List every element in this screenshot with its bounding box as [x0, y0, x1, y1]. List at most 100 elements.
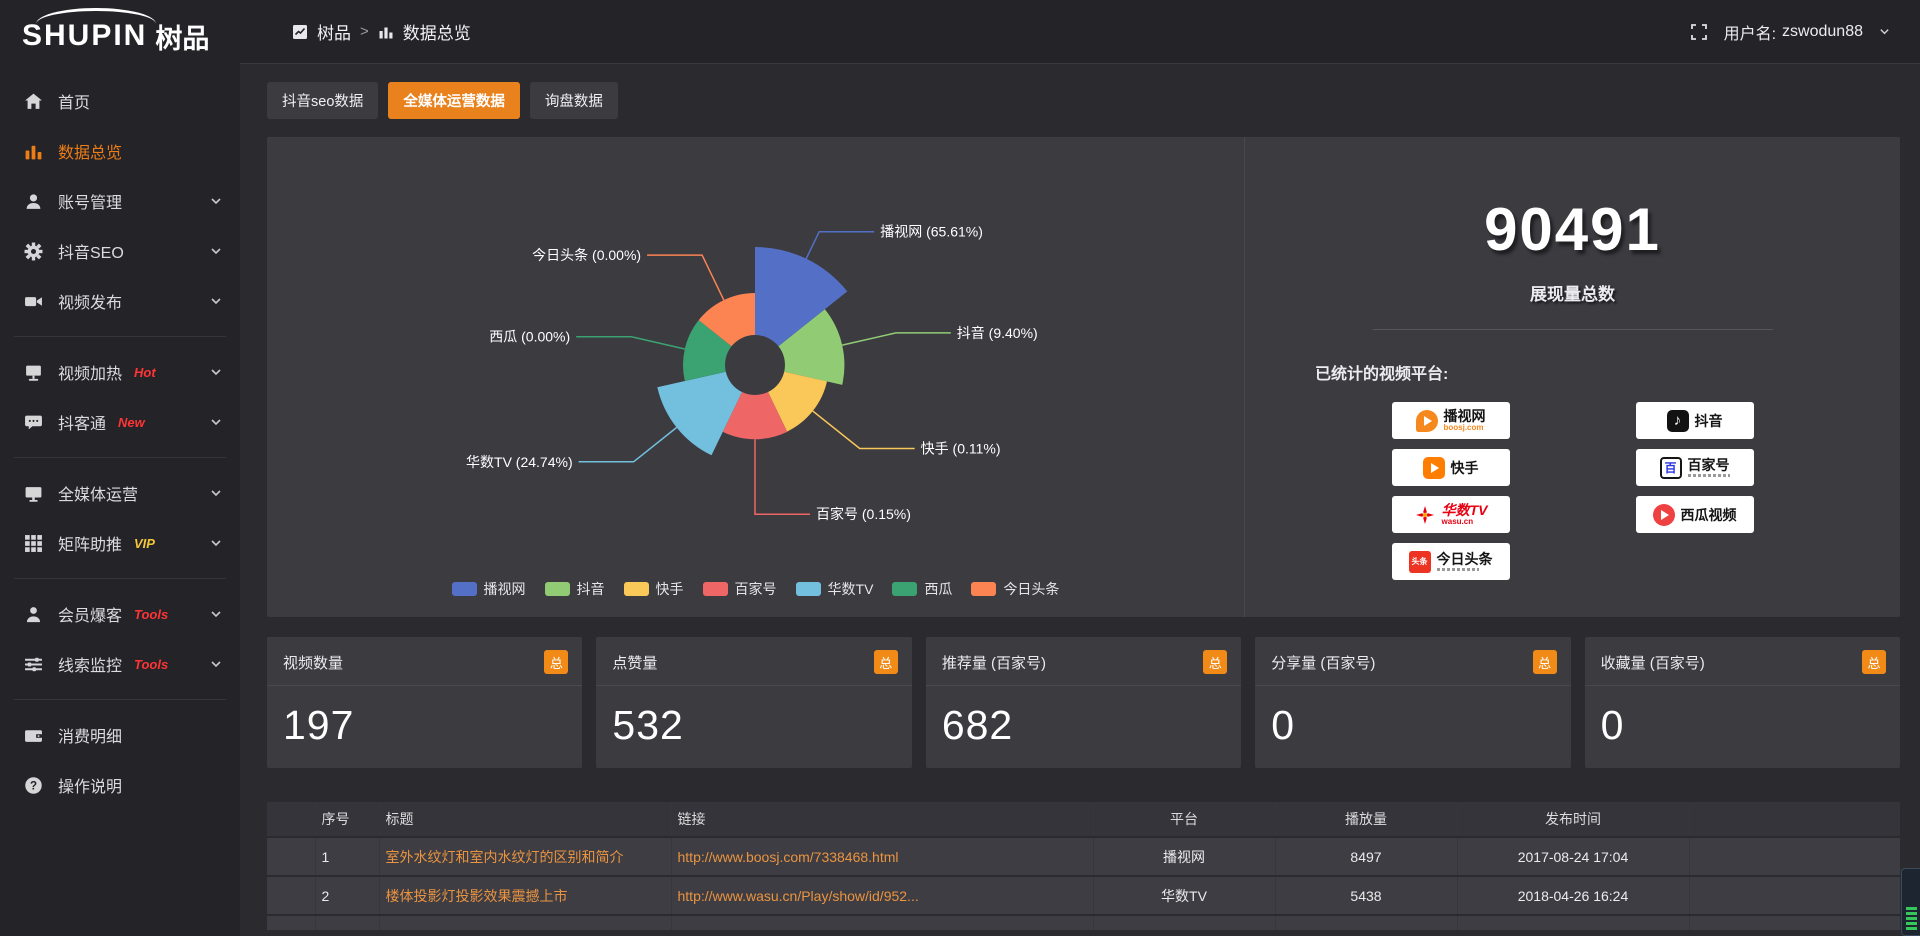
douyin-logo-icon: ♪: [1667, 410, 1689, 432]
tab-bar: 抖音seo数据 全媒体运营数据 询盘数据: [267, 82, 1900, 119]
username-value[interactable]: zswodun88: [1782, 23, 1863, 41]
platform-name: 华数TV: [1442, 503, 1488, 518]
baijiahao-logo-icon: 百: [1660, 457, 1682, 479]
legend-label: 抖音: [577, 579, 605, 599]
platform-name: 西瓜视频: [1681, 505, 1737, 525]
vip-tag: VIP: [134, 536, 155, 551]
xigua-logo-icon: [1653, 504, 1675, 526]
cell-title-link[interactable]: 室外水纹灯和室内水纹灯的区别和简介: [386, 847, 665, 867]
pie-label-line: [806, 232, 874, 259]
cell-plays: 8497: [1275, 837, 1457, 876]
sliders-icon: [24, 655, 43, 674]
sidebar-item-member-burst[interactable]: 会员爆客 Tools: [0, 589, 240, 639]
tab-douyin-seo-data[interactable]: 抖音seo数据: [267, 82, 378, 119]
sidebar-item-expense-detail[interactable]: 消费明细: [0, 710, 240, 760]
platform-subtext: boosj.com: [1444, 424, 1484, 432]
platforms-col-right: ♪ 抖音 百 百家号 西瓜视频: [1636, 402, 1754, 580]
grid-icon: [24, 534, 43, 553]
legend-item[interactable]: 百家号: [703, 579, 777, 599]
col-header-no: 序号: [315, 801, 379, 837]
kuaishou-logo-icon: [1423, 457, 1445, 479]
chevron-down-icon: [210, 295, 222, 307]
legend-item[interactable]: 今日头条: [971, 579, 1059, 599]
tab-media-operation-data[interactable]: 全媒体运营数据: [388, 82, 520, 119]
chart-panel: 播视网 (65.61%)抖音 (9.40%)快手 (0.11%)百家号 (0.1…: [267, 137, 1900, 617]
pie-slice-4[interactable]: [657, 372, 742, 456]
hot-tag: Hot: [134, 365, 156, 380]
bar-chart-icon: [24, 142, 43, 161]
cell-url-link[interactable]: http://www.boosj.com/7338468.html: [678, 849, 1087, 865]
legend-item[interactable]: 抖音: [545, 579, 605, 599]
pie-label: 快手 (0.11%): [921, 440, 1001, 456]
legend-label: 西瓜: [924, 579, 952, 599]
chevron-down-icon: [210, 416, 222, 428]
cell-title-link[interactable]: 楼体投影灯投影效果震撼上市: [386, 886, 665, 906]
username-label: 用户名:: [1724, 20, 1776, 44]
sidebar-item-help[interactable]: ? 操作说明: [0, 760, 240, 810]
sidebar-item-label: 全媒体运营: [58, 481, 138, 505]
breadcrumb-root[interactable]: 树品: [317, 19, 351, 44]
chevron-down-icon[interactable]: [1879, 26, 1890, 37]
legend-item[interactable]: 播视网: [452, 579, 526, 599]
fullscreen-icon[interactable]: [1690, 23, 1708, 41]
display-icon: [24, 363, 43, 382]
legend-label: 快手: [656, 579, 684, 599]
col-header-time: 发布时间: [1457, 801, 1689, 837]
boosj-logo-icon: [1416, 410, 1438, 432]
pie-label: 西瓜 (0.00%): [489, 329, 570, 345]
legend-swatch: [892, 582, 917, 596]
sidebar-item-label: 抖音SEO: [58, 239, 124, 263]
pie-label: 抖音 (9.40%): [957, 325, 1038, 341]
cell-url-link[interactable]: http://www.wasu.cn/Play/show/id/952...: [678, 888, 1087, 904]
user-icon: [24, 192, 43, 211]
sidebar-item-label: 视频发布: [58, 289, 122, 313]
home-icon: [24, 92, 43, 111]
platform-badge-xigua: 西瓜视频: [1636, 496, 1754, 533]
stat-card-label: 视频数量: [283, 652, 343, 673]
platform-badge-toutiao: 头条 今日头条: [1392, 543, 1510, 580]
legend-item[interactable]: 快手: [624, 579, 684, 599]
sidebar-item-home[interactable]: 首页: [0, 76, 240, 126]
sidebar-item-doukertong[interactable]: 抖客通 New: [0, 397, 240, 447]
svg-text:?: ?: [30, 779, 37, 792]
floating-widget[interactable]: [1901, 868, 1920, 936]
sidebar-item-data-overview[interactable]: 数据总览: [0, 126, 240, 176]
monitor-icon: [24, 484, 43, 503]
sidebar-nav: 首页 数据总览 账号管理 抖音SEO 视频发布: [0, 64, 240, 810]
sidebar-divider: [14, 699, 226, 700]
main-area: 树品 > 数据总览 用户名: zswodun88 抖音seo数据 全媒体运营数据…: [240, 0, 1920, 936]
legend-swatch: [971, 582, 996, 596]
sidebar-item-label: 矩阵助推: [58, 531, 122, 555]
stat-cards: 视频数量总 197 点赞量总 532 推荐量 (百家号)总 682 分享量 (百…: [267, 637, 1900, 768]
tab-inquiry-data[interactable]: 询盘数据: [530, 82, 618, 119]
sidebar-item-lead-monitor[interactable]: 线索监控 Tools: [0, 639, 240, 689]
sidebar-item-accounts[interactable]: 账号管理: [0, 176, 240, 226]
sidebar-item-label: 线索监控: [58, 652, 122, 676]
stat-card-label: 推荐量 (百家号): [942, 652, 1046, 673]
legend-swatch: [545, 582, 570, 596]
sidebar-item-douyin-seo[interactable]: 抖音SEO: [0, 226, 240, 276]
sidebar-item-label: 账号管理: [58, 189, 122, 213]
sidebar-item-media-operation[interactable]: 全媒体运营: [0, 468, 240, 518]
platforms-grid: 播视网boosj.com 快手 华数TVwasu.cn: [1245, 402, 1900, 580]
sidebar-item-video-publish[interactable]: 视频发布: [0, 276, 240, 326]
stat-card-value: 532: [596, 686, 911, 749]
tools-tag: Tools: [134, 657, 168, 672]
legend-item[interactable]: 华数TV: [796, 579, 874, 599]
topbar-right: 用户名: zswodun88: [1690, 20, 1890, 44]
pie-label: 今日头条 (0.00%): [532, 247, 641, 263]
total-badge: 总: [1862, 650, 1886, 674]
toutiao-logo-icon: 头条: [1409, 551, 1431, 573]
pie-label-line: [647, 255, 724, 300]
cell-no: 1: [315, 837, 379, 876]
platform-name: 播视网: [1444, 409, 1486, 424]
bar-chart-icon: [378, 24, 394, 40]
sidebar-item-matrix-boost[interactable]: 矩阵助推 VIP: [0, 518, 240, 568]
legend-swatch: [703, 582, 728, 596]
pie-label-line: [579, 428, 677, 462]
legend-item[interactable]: 西瓜: [892, 579, 952, 599]
sidebar-item-video-heat[interactable]: 视频加热 Hot: [0, 347, 240, 397]
sidebar-item-label: 会员爆客: [58, 602, 122, 626]
wasu-logo-icon: [1414, 504, 1436, 526]
sidebar: SHUPIN 树品 首页 数据总览 账号管理 抖音SEO: [0, 0, 240, 936]
